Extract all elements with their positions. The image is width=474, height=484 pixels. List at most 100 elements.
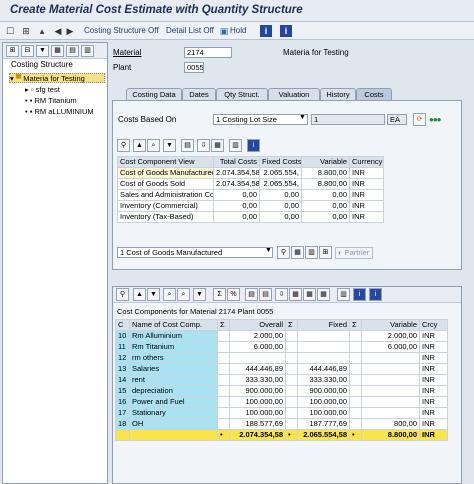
filter-icon[interactable]: ▼ — [163, 139, 176, 152]
tree-config-icon[interactable]: ▥ — [81, 45, 94, 57]
tree-icon[interactable]: ⊞ — [319, 246, 332, 259]
graphic-icon[interactable]: ▥ — [337, 288, 350, 301]
refresh-icon[interactable]: ⟳ — [413, 113, 426, 126]
hold-icon[interactable]: ▣ — [218, 25, 230, 37]
tree-node-rm-aluminium[interactable]: • ▪ RM aLLUMINIUM — [25, 107, 94, 117]
find-next-icon[interactable]: ⌕ — [177, 288, 190, 301]
save-layout-icon[interactable]: ▦ — [317, 288, 330, 301]
column-header[interactable]: Currency — [349, 156, 384, 168]
column-header[interactable]: Fixed Costs — [259, 156, 302, 168]
tab-qty-struct[interactable]: Qty Struct. — [216, 88, 268, 100]
sum-column-header[interactable]: Σ — [285, 319, 298, 331]
info-icon[interactable]: i — [260, 25, 272, 37]
chart-icon[interactable]: ▥ — [305, 246, 318, 259]
tab-costs[interactable]: Costs — [356, 88, 392, 100]
table-cell[interactable]: Inventory (Tax-Based) — [117, 211, 214, 223]
table-icon[interactable]: ▦ — [291, 246, 304, 259]
expand-icon[interactable]: ▴ — [36, 25, 48, 37]
table-cell[interactable]: Cost of Goods Sold — [117, 178, 214, 190]
table-row[interactable]: Cost of Goods Sold 2.074.354,58 2.065.55… — [117, 178, 384, 190]
find-icon[interactable]: ⌕ — [163, 288, 176, 301]
column-header[interactable]: Variable — [301, 156, 350, 168]
previous-arrow-icon[interactable]: ◀ — [52, 25, 64, 37]
costs-based-on-select[interactable]: 1 Costing Lot Size — [213, 114, 308, 125]
tab-dates[interactable]: Dates — [182, 88, 216, 100]
plant-field[interactable]: 0055 — [184, 62, 204, 73]
table-row[interactable]: 14 rent 333.330,00 333.330,00 INR — [115, 374, 448, 386]
layout-icon[interactable]: ▦ — [289, 288, 302, 301]
tree-display-icon[interactable]: ⊞ — [20, 25, 32, 37]
sort-ascending-icon[interactable]: ▲ — [133, 288, 146, 301]
table-row[interactable]: 15 depreciation 900.000,00 900.000,00 INR — [115, 385, 448, 397]
collapse-triangle-icon[interactable]: ▾ — [10, 74, 14, 83]
material-field[interactable]: 2174 — [184, 47, 232, 58]
table-row[interactable]: Sales and Administration Costs 0,00 0,00… — [117, 189, 384, 201]
detail-list-off-button[interactable]: Detail List Off — [166, 26, 214, 35]
details-icon[interactable]: ⚲ — [116, 288, 129, 301]
column-header[interactable]: Cost Component View — [117, 156, 214, 168]
column-header[interactable]: Variable — [361, 319, 420, 331]
table-row[interactable]: Cost of Goods Manufactured 2.074.354,58 … — [117, 167, 384, 179]
print-icon[interactable]: ▤ — [181, 139, 194, 152]
info-list-icon[interactable]: i — [369, 288, 382, 301]
info-icon[interactable]: i — [247, 139, 260, 152]
table-row[interactable]: 17 Stationary 100.000,00 100.000,00 INR — [115, 407, 448, 419]
sum-icon[interactable]: Σ — [213, 288, 226, 301]
column-header[interactable]: Overall — [229, 319, 286, 331]
layout-icon[interactable]: ▦ — [211, 139, 224, 152]
column-header[interactable]: C — [115, 319, 130, 331]
tab-costing-data[interactable]: Costing Data — [126, 88, 182, 100]
table-row[interactable]: 18 OH 188.577,69 187.777,69 800,00 INR — [115, 418, 448, 430]
find-icon[interactable]: ⌕ — [147, 139, 160, 152]
sum-column-header[interactable]: Σ — [349, 319, 362, 331]
info-icon[interactable]: i — [353, 288, 366, 301]
table-cell[interactable]: Inventory (Commercial) — [117, 200, 214, 212]
dropdown-arrow-icon[interactable]: ▼ — [299, 114, 306, 121]
table-row[interactable]: 12 rm others INR — [115, 352, 448, 364]
tree-expand-icon[interactable]: ⊞ — [6, 45, 19, 57]
tree-node-sfg-test[interactable]: ▸ ▫ sfg test — [25, 85, 60, 95]
next-arrow-icon[interactable]: ▶ — [64, 25, 76, 37]
choose-layout-icon[interactable]: ▦ — [303, 288, 316, 301]
tab-history[interactable]: History — [320, 88, 356, 100]
tree-node-material[interactable]: ▾ ▀ Materia for Testing — [9, 73, 105, 83]
dropdown-arrow-icon[interactable]: ▼ — [265, 247, 272, 254]
export-icon[interactable]: ⇩ — [197, 139, 210, 152]
table-row[interactable]: 11 Rm Titanium 6.000,00 6.000,00 INR — [115, 341, 448, 353]
column-header[interactable]: Crcy — [419, 319, 448, 331]
tree-node-rm-titanium[interactable]: • ▪ RM Titanium — [25, 96, 77, 106]
print-icon[interactable]: ▤ — [259, 288, 272, 301]
partner-button[interactable]: ◐ Partner — [335, 247, 373, 259]
export-icon[interactable]: ⇩ — [275, 288, 288, 301]
table-row[interactable]: 16 Power and Fuel 100.000,00 100.000,00 INR — [115, 396, 448, 408]
tree-layout-icon[interactable]: ▦ — [51, 45, 64, 57]
table-cell[interactable]: Cost of Goods Manufactured — [117, 167, 214, 179]
new-document-icon[interactable]: ☐ — [4, 25, 16, 37]
info-list-icon[interactable]: i — [280, 25, 292, 37]
column-header[interactable]: Name of Cost Comp. — [129, 319, 218, 331]
sum-column-header[interactable]: Σ — [217, 319, 230, 331]
column-header[interactable]: Fixed — [297, 319, 350, 331]
expand-triangle-icon[interactable]: ▸ — [25, 85, 29, 94]
details-icon[interactable]: ⚲ — [117, 139, 130, 152]
table-row[interactable]: 13 Salaries 444.446,89 444.446,89 INR — [115, 363, 448, 375]
cost-view-select[interactable]: 1 Cost of Goods Manufactured — [117, 247, 273, 258]
print-preview-icon[interactable]: ▤ — [245, 288, 258, 301]
table-cell[interactable]: Sales and Administration Costs — [117, 189, 214, 201]
table-row[interactable]: Inventory (Commercial) 0,00 0,00 0,00 IN… — [117, 200, 384, 212]
costing-structure-off-button[interactable]: Costing Structure Off — [84, 26, 159, 35]
table-row[interactable]: Inventory (Tax-Based) 0,00 0,00 0,00 INR — [117, 211, 384, 223]
sort-ascending-icon[interactable]: ▲ — [133, 139, 146, 152]
tab-valuation[interactable]: Valuation — [268, 88, 320, 100]
tree-filter-icon[interactable]: ▼ — [36, 45, 49, 57]
column-header[interactable]: Total Costs — [213, 156, 260, 168]
tree-collapse-icon[interactable]: ⊟ — [21, 45, 34, 57]
subtotal-icon[interactable]: % — [227, 288, 240, 301]
hold-button[interactable]: Hold — [230, 26, 246, 35]
filter-icon[interactable]: ▼ — [193, 288, 206, 301]
sort-descending-icon[interactable]: ▼ — [147, 288, 160, 301]
tree-print-icon[interactable]: ▤ — [66, 45, 79, 57]
table-row[interactable]: 10 Rm Alluminium 2.000,00 2.000,00 INR — [115, 330, 448, 342]
display-icon[interactable]: ⚲ — [277, 246, 290, 259]
graphic-icon[interactable]: ▥ — [229, 139, 242, 152]
